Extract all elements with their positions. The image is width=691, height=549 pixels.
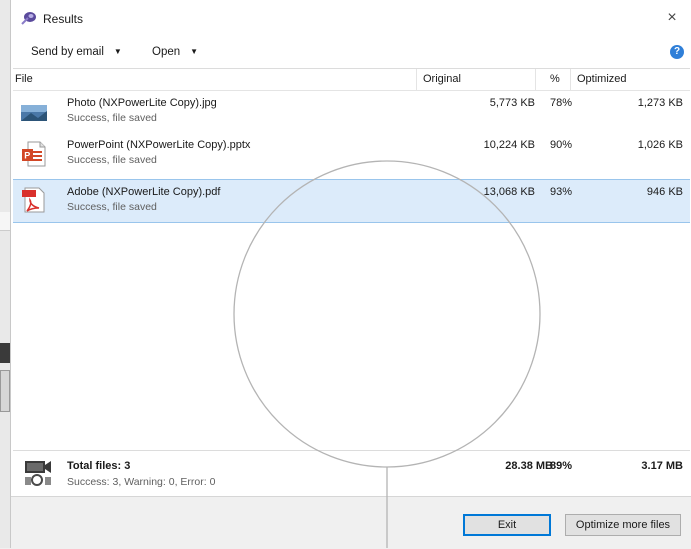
open-menu[interactable]: Open ▼ xyxy=(152,46,198,58)
percent-saved: 93% xyxy=(550,186,573,198)
original-size: 13,068 KB xyxy=(483,186,535,198)
toolbar: Send by email ▼ Open ▼ xyxy=(11,38,691,68)
optimized-size: 1,026 KB xyxy=(637,139,683,151)
pptx-file-icon: P xyxy=(22,141,46,167)
original-size: 5,773 KB xyxy=(489,97,535,109)
optimize-more-files-button[interactable]: Optimize more files xyxy=(565,514,681,536)
results-list: File Original % Optimized Photo (NXPower… xyxy=(13,68,690,450)
svg-text:P: P xyxy=(24,151,30,161)
window-title: Results xyxy=(43,12,84,26)
total-percent-saved: 89% xyxy=(550,460,573,472)
list-item[interactable]: P PowerPoint (NXPowerLite Copy).pptx Suc… xyxy=(13,135,690,175)
percent-saved: 78% xyxy=(550,97,573,109)
optimized-size: 946 KB xyxy=(646,186,683,198)
list-header: File Original % Optimized xyxy=(13,69,690,91)
column-divider[interactable] xyxy=(535,69,536,90)
list-item[interactable]: Adobe (NXPowerLite Copy).pdf Success, fi… xyxy=(13,179,690,223)
title-bar: Results × xyxy=(11,0,691,36)
total-files-label: Total files: 3 xyxy=(67,460,131,472)
total-original-size: 28.38 MB xyxy=(505,460,553,472)
close-icon[interactable]: × xyxy=(662,8,682,28)
files-summary-icon xyxy=(25,461,51,486)
chevron-down-icon: ▼ xyxy=(190,47,199,56)
pdf-file-icon xyxy=(22,187,45,213)
original-size: 10,224 KB xyxy=(483,139,535,151)
column-header-file[interactable]: File xyxy=(15,73,33,85)
exit-button[interactable]: Exit xyxy=(463,514,551,536)
file-status: Success, file saved xyxy=(67,112,157,124)
total-files-detail: Success: 3, Warning: 0, Error: 0 xyxy=(67,476,216,488)
background-app-edge xyxy=(0,0,10,548)
chevron-down-icon: ▼ xyxy=(113,47,122,56)
column-header-original[interactable]: Original xyxy=(423,73,461,85)
file-name: Photo (NXPowerLite Copy).jpg xyxy=(67,97,217,109)
jpg-file-icon xyxy=(21,105,47,121)
help-icon[interactable]: ? xyxy=(670,45,684,59)
file-status: Success, file saved xyxy=(67,201,157,213)
app-logo-icon xyxy=(21,12,36,25)
background-panel xyxy=(0,370,10,412)
results-window: Results × Send by email ▼ Open ▼ ? File Or… xyxy=(10,0,691,549)
optimized-size: 1,273 KB xyxy=(637,97,683,109)
file-name: PowerPoint (NXPowerLite Copy).pptx xyxy=(67,139,251,151)
column-divider[interactable] xyxy=(416,69,417,90)
dialog-footer: Exit Optimize more files xyxy=(11,496,691,549)
send-by-email-menu[interactable]: Send by email ▼ xyxy=(31,46,122,58)
file-status: Success, file saved xyxy=(67,154,157,166)
total-optimized-size: 3.17 MB xyxy=(641,460,683,472)
list-item[interactable]: Photo (NXPowerLite Copy).jpg Success, fi… xyxy=(13,93,690,133)
send-by-email-label: Send by email xyxy=(31,46,104,58)
column-header-percent[interactable]: % xyxy=(550,73,560,85)
column-divider[interactable] xyxy=(570,69,571,90)
totals-row: Total files: 3 Success: 3, Warning: 0, E… xyxy=(13,450,690,493)
open-label: Open xyxy=(152,46,181,58)
file-name: Adobe (NXPowerLite Copy).pdf xyxy=(67,186,221,198)
background-panel xyxy=(0,212,10,231)
percent-saved: 90% xyxy=(550,139,573,151)
column-header-optimized[interactable]: Optimized xyxy=(577,73,627,85)
background-panel xyxy=(0,343,10,363)
